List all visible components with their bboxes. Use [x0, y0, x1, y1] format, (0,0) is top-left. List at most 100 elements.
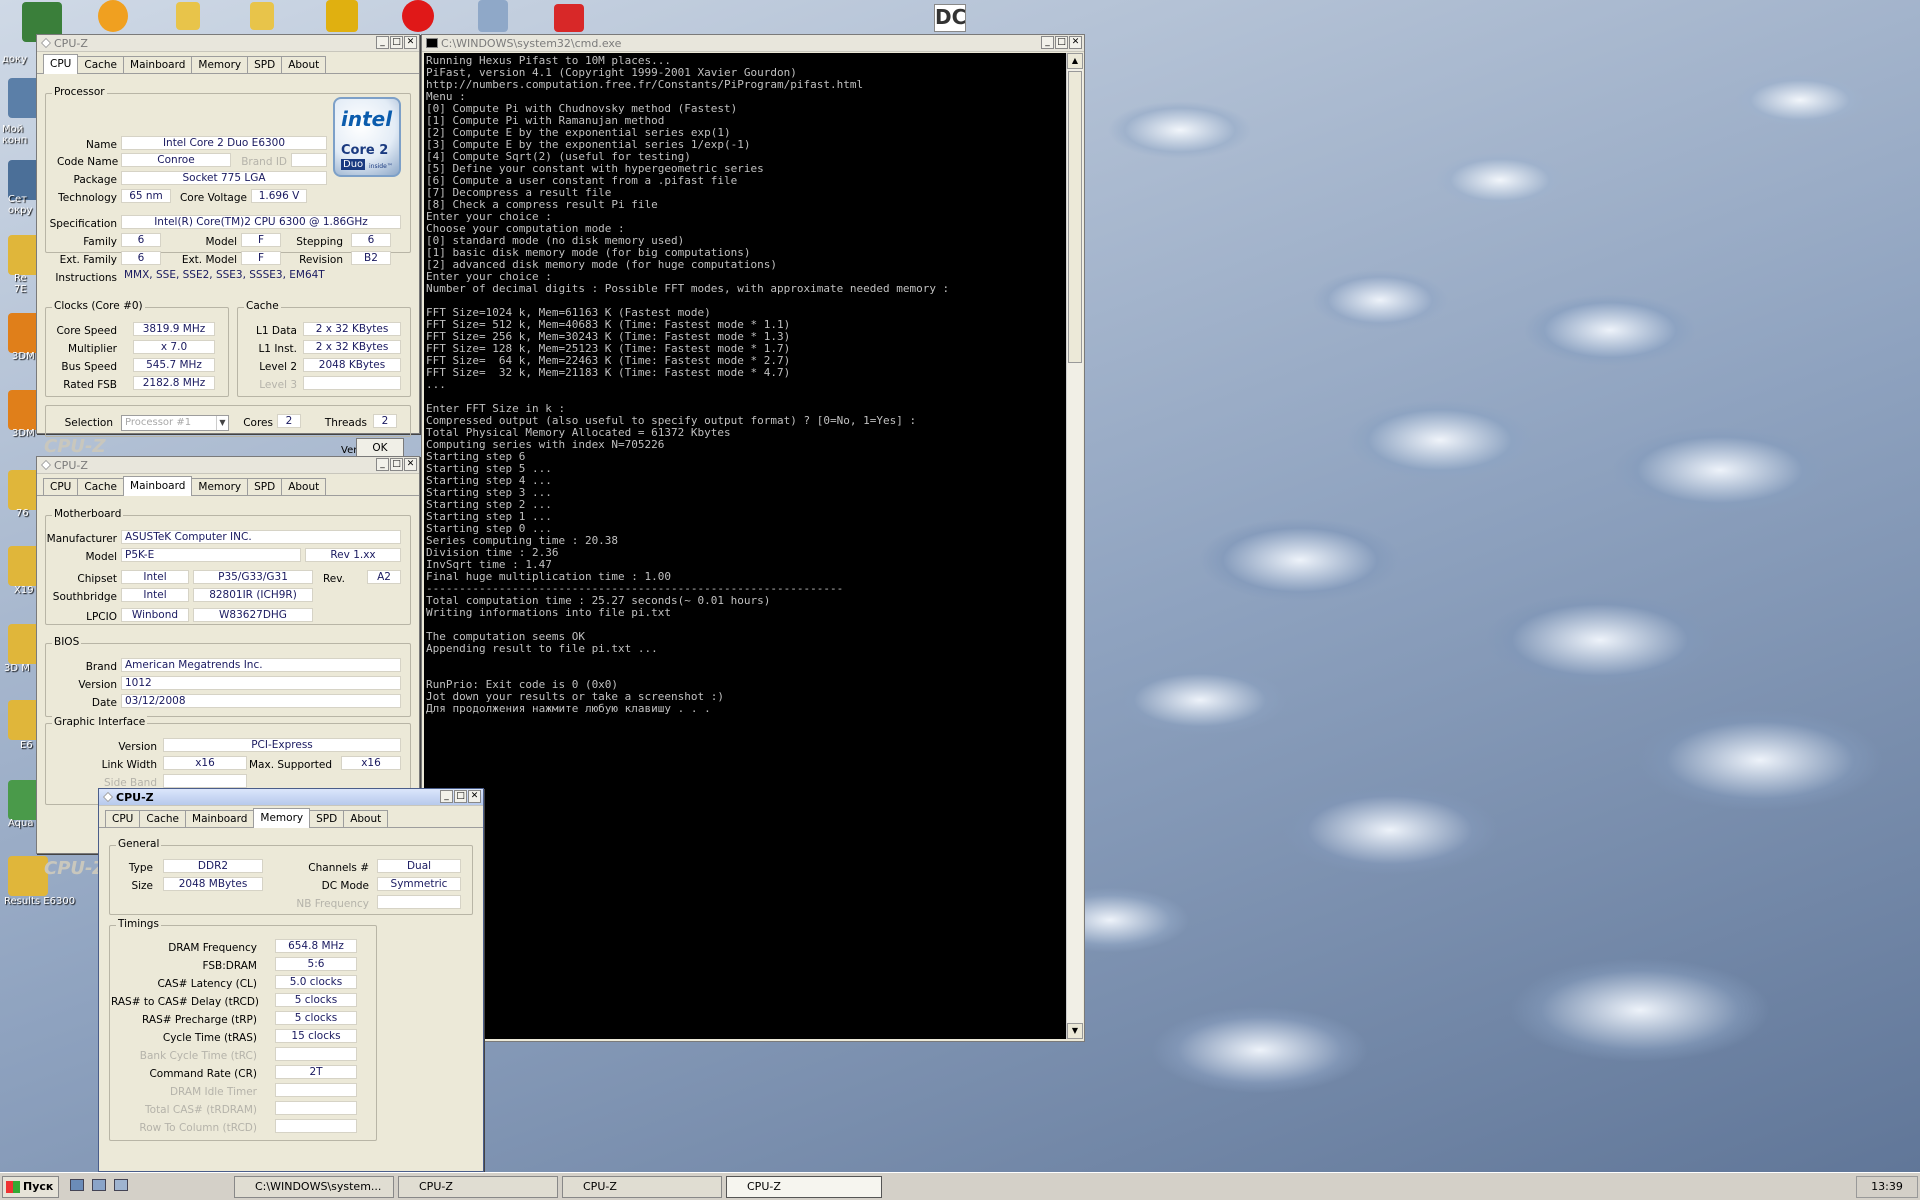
start-button[interactable]: Пуск — [2, 1175, 60, 1198]
folder-icon[interactable] — [250, 2, 274, 30]
linkwidth-label: Link Width — [101, 759, 157, 771]
tab-cpu[interactable]: CPU — [105, 810, 141, 827]
maximize-button[interactable]: □ — [454, 790, 467, 803]
ratedfsb-label: Rated FSB — [63, 379, 117, 391]
scroll-down-icon[interactable]: ▼ — [1067, 1023, 1083, 1039]
desktop-icon-top-1[interactable] — [98, 0, 128, 32]
intel-tag: inside™ — [369, 163, 393, 170]
extfamily-value: 6 — [121, 251, 161, 265]
ok-button[interactable]: OK — [356, 438, 404, 458]
tab-mainboard[interactable]: Mainboard — [123, 476, 193, 496]
tab-spd[interactable]: SPD — [309, 810, 345, 827]
taskbar-button-cpuz[interactable]: CPU-Z — [726, 1176, 882, 1198]
close-button[interactable]: ✕ — [404, 36, 417, 49]
taskbar-button-cpuz[interactable]: CPU-Z — [562, 1176, 722, 1198]
intel-line1: Core 2 — [341, 143, 389, 158]
chevron-down-icon[interactable]: ▼ — [216, 416, 228, 430]
package-label: Package — [73, 174, 117, 186]
extmodel-label: Ext. Model — [181, 254, 237, 266]
processor-select[interactable]: Processor #1 ▼ — [121, 415, 229, 431]
tab-memory[interactable]: Memory — [191, 478, 249, 495]
media-icon[interactable] — [114, 1179, 128, 1191]
package-value: Socket 775 LGA — [121, 171, 327, 185]
processor-select-value: Processor #1 — [125, 417, 192, 428]
dcmode-label: DC Mode — [321, 880, 369, 892]
window-title: C:\WINDOWS\system32\cmd.exe — [441, 36, 622, 50]
maxsupported-value: x16 — [341, 756, 401, 770]
minimize-button[interactable]: _ — [376, 36, 389, 49]
close-button[interactable]: ✕ — [404, 458, 417, 471]
minimize-button[interactable]: _ — [440, 790, 453, 803]
maximize-button[interactable]: □ — [390, 458, 403, 471]
tab-cpu[interactable]: CPU — [43, 478, 79, 495]
threads-value: 2 — [373, 414, 397, 428]
tab-mainboard[interactable]: Mainboard — [123, 56, 193, 73]
l1data-value: 2 x 32 KBytes — [303, 322, 401, 336]
threads-label: Threads — [324, 417, 367, 429]
tab-about[interactable]: About — [281, 478, 327, 495]
console-output[interactable]: Running Hexus Pifast to 10M places... Pi… — [424, 53, 1067, 1039]
tab-cache[interactable]: Cache — [77, 478, 125, 495]
desktop-icon-top-5[interactable] — [402, 0, 434, 32]
channels-label: Channels # — [308, 862, 369, 874]
corespeed-label: Core Speed — [56, 325, 117, 337]
title-bar[interactable]: CPU-Z _ □ ✕ — [99, 789, 483, 806]
ie-icon[interactable] — [92, 1179, 106, 1191]
desktop-label: 76 — [16, 508, 29, 519]
desktop-icon-top-4[interactable] — [326, 0, 358, 32]
cr-label: Command Rate (CR) — [149, 1068, 257, 1080]
tab-about[interactable]: About — [281, 56, 327, 73]
close-button[interactable]: ✕ — [1069, 36, 1082, 49]
minimize-button[interactable]: _ — [1041, 36, 1054, 49]
group-label: Timings — [116, 918, 161, 930]
maximize-button[interactable]: □ — [1055, 36, 1068, 49]
southbridge-value: 82801IR (ICH9R) — [193, 588, 313, 602]
title-bar[interactable]: CPU-Z _ □ ✕ — [37, 457, 419, 474]
desktop-label: 3DM — [12, 351, 35, 362]
southbridge-label: Southbridge — [52, 591, 117, 603]
sideband-value — [163, 774, 247, 788]
desktop-icon-top-6[interactable] — [478, 0, 508, 32]
dcmode-value: Symmetric — [377, 877, 461, 891]
scroll-thumb[interactable] — [1068, 71, 1082, 363]
model-value: P5K-E — [121, 548, 301, 562]
desktop-icon[interactable] — [70, 1179, 84, 1191]
taskbar: Пуск C:\WINDOWS\system... CPU-Z CPU-Z CP… — [0, 1172, 1920, 1200]
tab-spd[interactable]: SPD — [247, 478, 283, 495]
tab-spd[interactable]: SPD — [247, 56, 283, 73]
close-button[interactable]: ✕ — [468, 790, 481, 803]
taskbar-button-cmd[interactable]: C:\WINDOWS\system... — [234, 1176, 394, 1198]
idle-value — [275, 1083, 357, 1097]
tab-cache[interactable]: Cache — [77, 56, 125, 73]
type-value: DDR2 — [163, 859, 263, 873]
codename-label: Code Name — [57, 156, 119, 168]
rev-value: Rev 1.xx — [305, 548, 401, 562]
tech-label: Technology — [58, 192, 117, 204]
title-bar[interactable]: CPU-Z _ □ ✕ — [37, 35, 419, 52]
tab-cpu[interactable]: CPU — [43, 54, 79, 74]
desktop-icon-top-7[interactable] — [554, 4, 584, 32]
stepping-label: Stepping — [296, 236, 343, 248]
desktop-icon-12[interactable] — [8, 856, 48, 896]
scroll-up-icon[interactable]: ▲ — [1067, 53, 1083, 69]
extmodel-value: F — [241, 251, 281, 265]
desktop-label: доку — [2, 54, 27, 65]
tab-memory[interactable]: Memory — [191, 56, 249, 73]
minimize-button[interactable]: _ — [376, 458, 389, 471]
clock[interactable]: 13:39 — [1856, 1176, 1918, 1198]
lpcio-label: LPCIO — [86, 611, 117, 623]
title-bar[interactable]: C:\WINDOWS\system32\cmd.exe _ □ ✕ — [422, 35, 1084, 52]
instructions-value: MMX, SSE, SSE2, SSE3, SSSE3, EM64T — [124, 269, 325, 281]
taskbar-button-cpuz[interactable]: CPU-Z — [398, 1176, 558, 1198]
vertical-scrollbar[interactable]: ▲ ▼ — [1066, 53, 1083, 1039]
tab-mainboard[interactable]: Mainboard — [185, 810, 255, 827]
dc-logo-icon[interactable]: DC — [934, 4, 966, 32]
intel-line2: Duo — [341, 159, 366, 170]
tab-about[interactable]: About — [343, 810, 389, 827]
tab-memory[interactable]: Memory — [253, 808, 311, 828]
folder-icon[interactable] — [176, 2, 200, 30]
maximize-button[interactable]: □ — [390, 36, 403, 49]
tab-bar: CPU Cache Mainboard Memory SPD About — [37, 52, 419, 74]
group-label: Motherboard — [52, 508, 124, 520]
tab-cache[interactable]: Cache — [139, 810, 187, 827]
